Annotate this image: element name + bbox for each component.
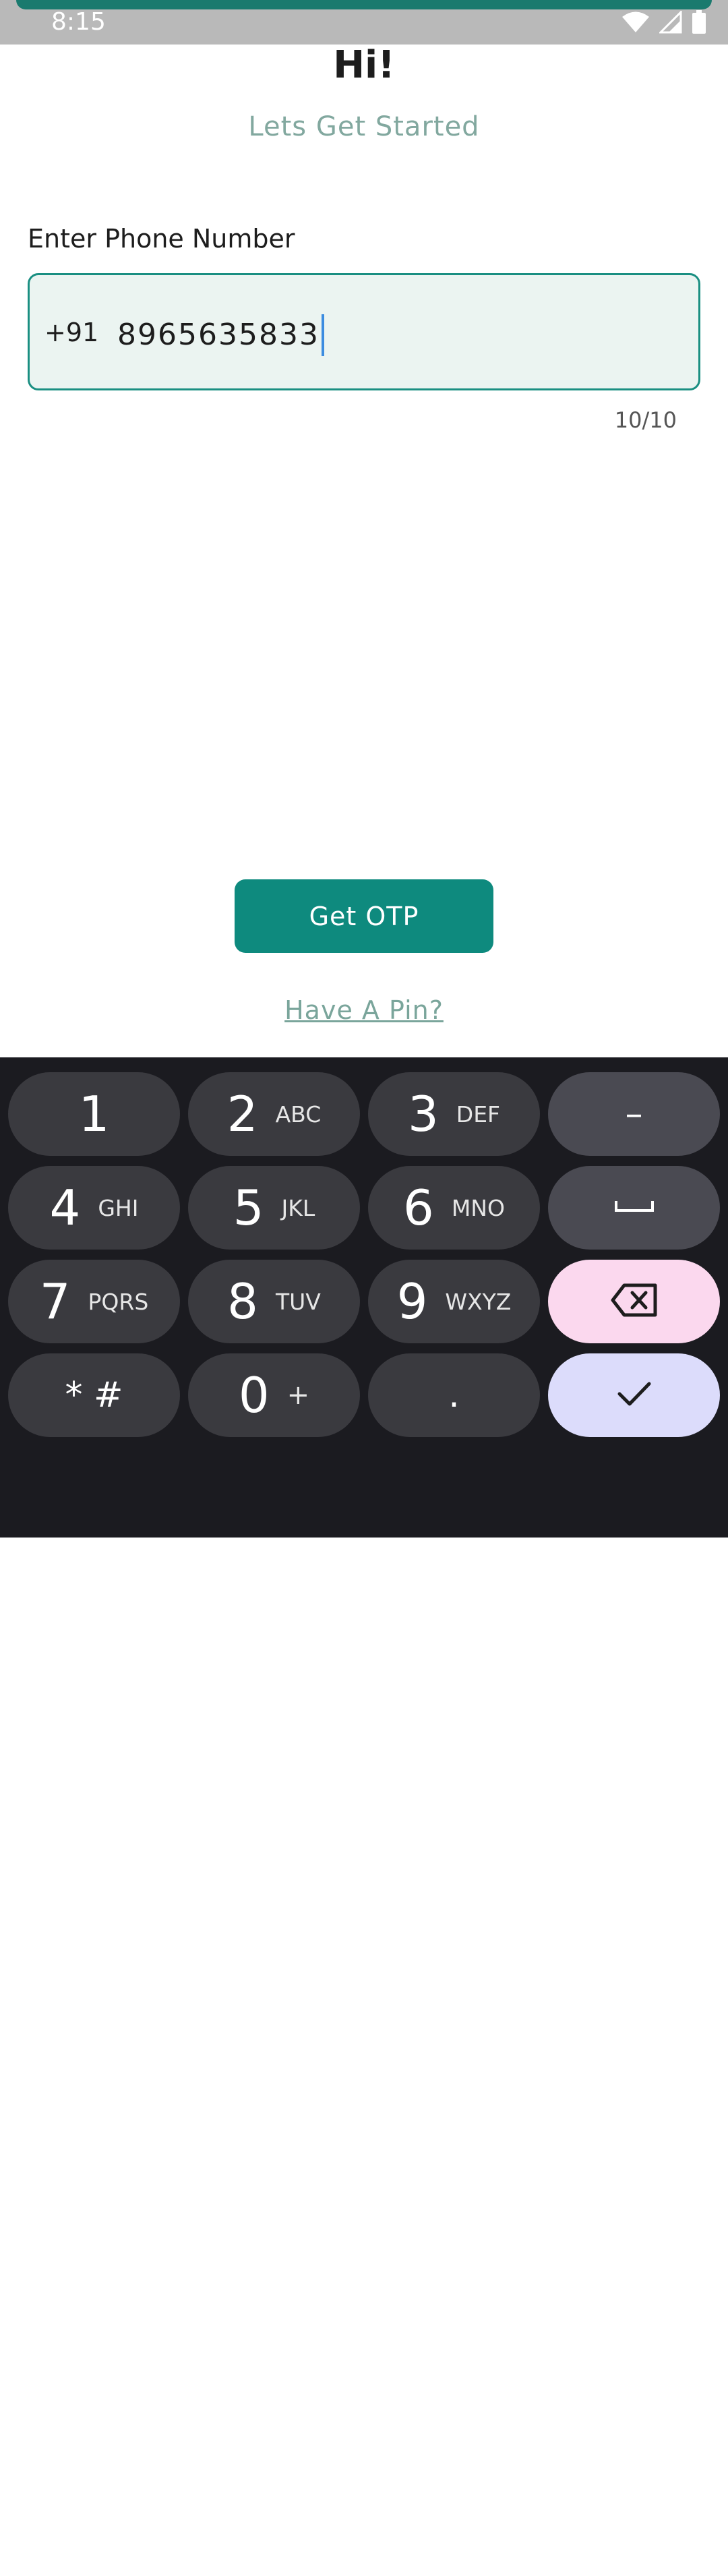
key-digit: 0 [238,1367,270,1424]
character-counter: 10/10 [614,407,677,433]
key-space[interactable] [548,1166,720,1250]
key-digit: 2 [226,1086,258,1142]
status-icons [621,9,706,35]
battery-icon [692,10,706,34]
key-4[interactable]: 4 GHI [8,1166,180,1250]
status-time: 8:15 [51,8,106,36]
app-header-strip [16,0,712,9]
country-code: +91 [44,318,99,347]
key-2[interactable]: 2 ABC [188,1072,360,1156]
key-letters: DEF [456,1101,501,1128]
key-6[interactable]: 6 MNO [368,1166,540,1250]
key-digit: 1 [78,1086,110,1142]
key-7[interactable]: 7 PQRS [8,1260,180,1343]
key-9[interactable]: 9 WXYZ [368,1260,540,1343]
key-letters: PQRS [88,1288,149,1315]
key-0[interactable]: 0 + [188,1353,360,1437]
key-letters: GHI [98,1194,139,1221]
numeric-keyboard: 1 2 ABC 3 DEF – 4 GHI 5 JKL 6 MNO 7 PQRS… [0,1057,728,2576]
check-icon [617,1380,652,1410]
get-otp-button[interactable]: Get OTP [235,879,493,953]
key-digit: 7 [39,1273,71,1330]
key-done[interactable] [548,1353,720,1437]
text-cursor [321,314,324,356]
key-letters: JKL [281,1194,315,1221]
key-dash[interactable]: – [548,1072,720,1156]
key-letters: ABC [275,1101,322,1128]
space-icon [613,1198,655,1217]
key-star-hash[interactable]: * # [8,1353,180,1437]
phone-field-label: Enter Phone Number [28,224,295,254]
key-letters: MNO [451,1194,505,1221]
wifi-icon [621,11,650,34]
key-letters: WXYZ [445,1288,512,1315]
key-digit: 8 [227,1273,258,1330]
backspace-icon [611,1283,658,1320]
have-pin-link[interactable]: Have A Pin? [0,993,728,1027]
key-backspace[interactable] [548,1260,720,1343]
signal-icon [659,11,682,34]
key-8[interactable]: 8 TUV [188,1260,360,1343]
key-5[interactable]: 5 JKL [188,1166,360,1250]
phone-input-value-wrap: 8965635833 [117,314,324,356]
key-1[interactable]: 1 [8,1072,180,1156]
key-period[interactable]: . [368,1353,540,1437]
key-letters: TUV [275,1288,321,1315]
key-letters: + [286,1380,310,1411]
key-digit: 4 [49,1179,81,1236]
status-bar: 8:15 [0,0,728,45]
phone-input-value: 8965635833 [117,318,320,352]
chevron-down-icon[interactable] [105,2538,128,2556]
key-symbol: * # [65,1375,123,1415]
phone-input[interactable]: +91 8965635833 [28,273,700,390]
key-symbol: . [448,1375,460,1415]
key-digit: 9 [396,1273,428,1330]
key-3[interactable]: 3 DEF [368,1072,540,1156]
key-symbol: – [625,1094,643,1134]
key-digit: 3 [407,1086,439,1142]
home-handle[interactable] [263,2569,464,2576]
key-digit: 6 [403,1179,434,1236]
key-digit: 5 [233,1179,264,1236]
keyboard-icon[interactable] [596,2538,626,2561]
page-title: Hi! [333,43,395,87]
page-subtitle: Lets Get Started [248,111,480,142]
